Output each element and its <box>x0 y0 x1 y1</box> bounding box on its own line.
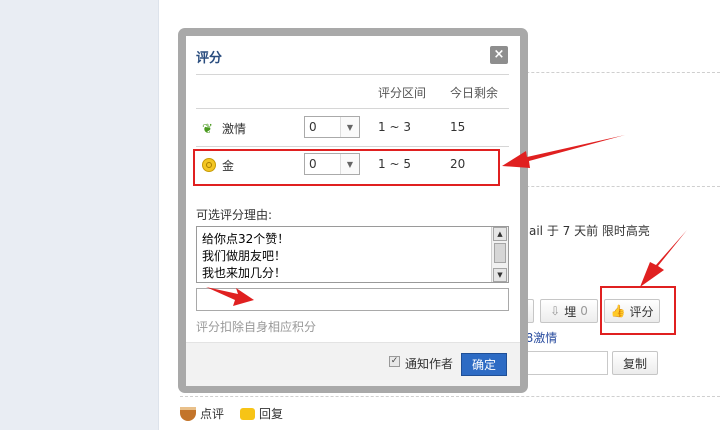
passion-score-select[interactable]: 0 ▼ <box>304 116 360 138</box>
rating-dialog: 评分 × 评分区间 今日剩余 ❦ 激情 0 ▼ 1 ~ 3 15 金 0 ▼ 1… <box>186 36 520 386</box>
dialog-footer: ✓ 通知作者 确定 <box>186 342 520 386</box>
bury-button[interactable]: ⇩ 埋 0 <box>540 299 598 323</box>
copy-button[interactable]: 复制 <box>612 351 658 375</box>
range-header: 评分区间 <box>378 86 427 100</box>
confirm-button[interactable]: 确定 <box>461 353 507 376</box>
left-sidebar-strip <box>0 0 159 430</box>
highlight-status-text: Nail 于 7 天前 限时高亮 <box>520 224 650 238</box>
reply-action[interactable]: 回复 <box>240 405 283 422</box>
speech-bubble-icon <box>240 407 255 420</box>
annotation-box <box>193 149 500 186</box>
divider <box>196 146 509 147</box>
comment-action[interactable]: 点评 <box>180 405 224 422</box>
thumb-down-icon: ⇩ <box>550 304 561 318</box>
notify-label: 通知作者 <box>405 357 454 371</box>
divider <box>180 396 720 397</box>
reason-input[interactable] <box>196 288 509 311</box>
reasons-label: 可选评分理由: <box>196 208 273 222</box>
dialog-title: 评分 <box>196 51 223 66</box>
scroll-down-icon[interactable]: ▼ <box>493 268 507 282</box>
divider <box>196 74 509 75</box>
list-item[interactable]: 给你点32个赞！ <box>202 230 289 247</box>
annotation-box <box>600 286 676 335</box>
score-type-label: 激情 <box>222 122 247 136</box>
chevron-down-icon: ▼ <box>340 117 359 137</box>
coffee-cup-icon <box>180 406 196 421</box>
scrollbar[interactable]: ▲ ▼ <box>491 227 508 282</box>
list-item[interactable]: 我们做朋友吧！ <box>202 247 286 264</box>
score-remaining: 15 <box>450 120 466 134</box>
scroll-thumb[interactable] <box>494 243 506 263</box>
deduction-hint: 评分扣除自身相应积分 <box>196 320 317 334</box>
reasons-listbox[interactable]: 给你点32个赞！ 我们做朋友吧！ 我也来加几分！ ▲ ▼ <box>196 226 509 283</box>
notify-checkbox[interactable]: ✓ <box>389 356 400 367</box>
divider <box>196 108 509 109</box>
scroll-up-icon[interactable]: ▲ <box>493 227 507 241</box>
score-range: 1 ~ 3 <box>378 120 411 134</box>
close-icon[interactable]: × <box>490 46 508 64</box>
sprout-icon: ❦ <box>202 122 213 137</box>
list-item[interactable]: 我也来加几分！ <box>202 264 286 281</box>
remaining-header: 今日剩余 <box>450 86 499 100</box>
